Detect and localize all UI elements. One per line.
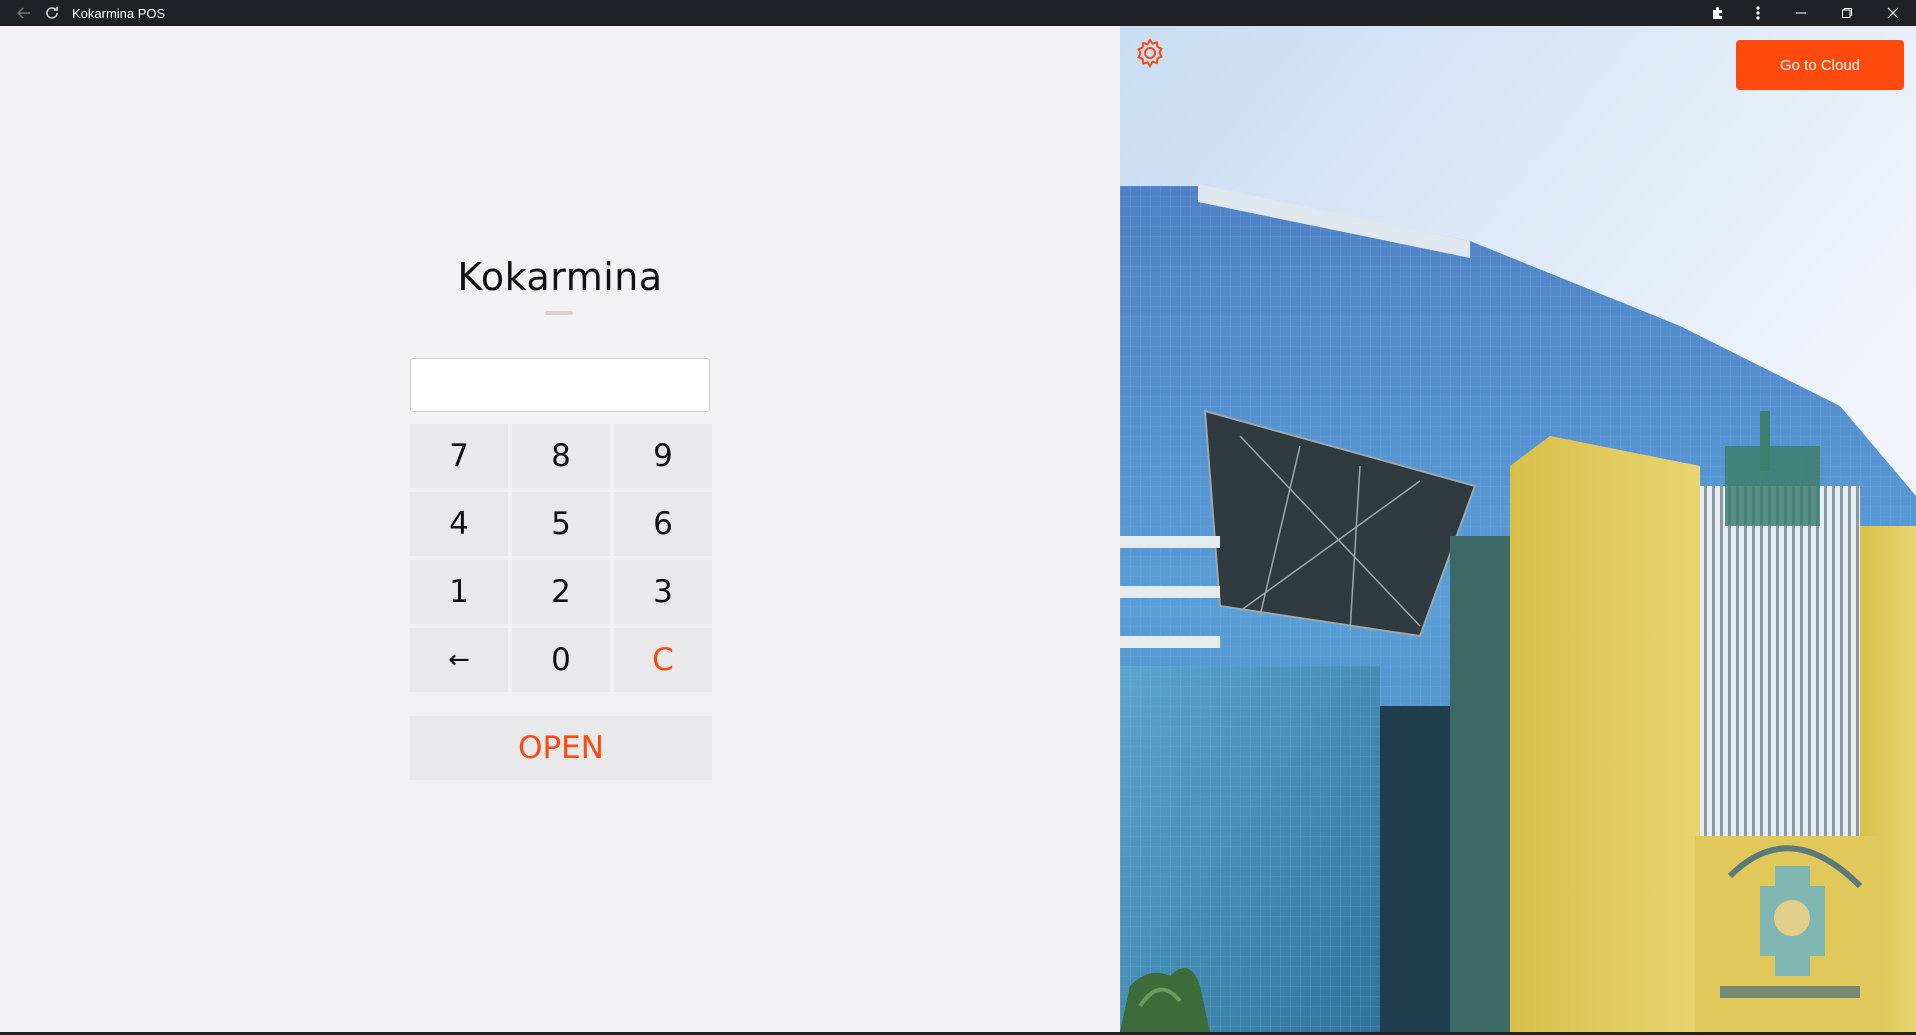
key-6[interactable]: 6 xyxy=(614,492,712,556)
puzzle-icon[interactable] xyxy=(1698,0,1738,26)
keypad: 7 8 9 4 5 6 1 2 3 ← 0 C xyxy=(410,424,712,692)
go-to-cloud-button[interactable]: Go to Cloud xyxy=(1736,40,1904,90)
key-3[interactable]: 3 xyxy=(614,560,712,624)
backspace-key[interactable]: ← xyxy=(410,628,508,692)
minimize-icon[interactable] xyxy=(1778,0,1824,26)
key-7[interactable]: 7 xyxy=(410,424,508,488)
key-0[interactable]: 0 xyxy=(512,628,610,692)
building-illustration xyxy=(1120,26,1916,1032)
window-title: Kokarmina POS xyxy=(72,5,166,21)
arrow-left-icon[interactable] xyxy=(10,0,38,26)
key-1[interactable]: 1 xyxy=(410,560,508,624)
key-2[interactable]: 2 xyxy=(512,560,610,624)
key-9[interactable]: 9 xyxy=(614,424,712,488)
key-5[interactable]: 5 xyxy=(512,492,610,556)
title-bar: Kokarmina POS xyxy=(0,0,1916,26)
restore-icon[interactable] xyxy=(1824,0,1870,26)
hero-image xyxy=(1120,26,1916,1032)
open-button[interactable]: OPEN xyxy=(410,716,712,780)
close-icon[interactable] xyxy=(1870,0,1916,26)
reload-icon[interactable] xyxy=(38,0,66,26)
brand-title: Kokarmina xyxy=(457,255,663,299)
pin-input[interactable] xyxy=(410,358,710,412)
clear-key[interactable]: C xyxy=(614,628,712,692)
key-4[interactable]: 4 xyxy=(410,492,508,556)
gear-icon[interactable] xyxy=(1134,37,1166,69)
more-vertical-icon[interactable] xyxy=(1738,0,1778,26)
brand-underline xyxy=(545,311,573,315)
key-8[interactable]: 8 xyxy=(512,424,610,488)
